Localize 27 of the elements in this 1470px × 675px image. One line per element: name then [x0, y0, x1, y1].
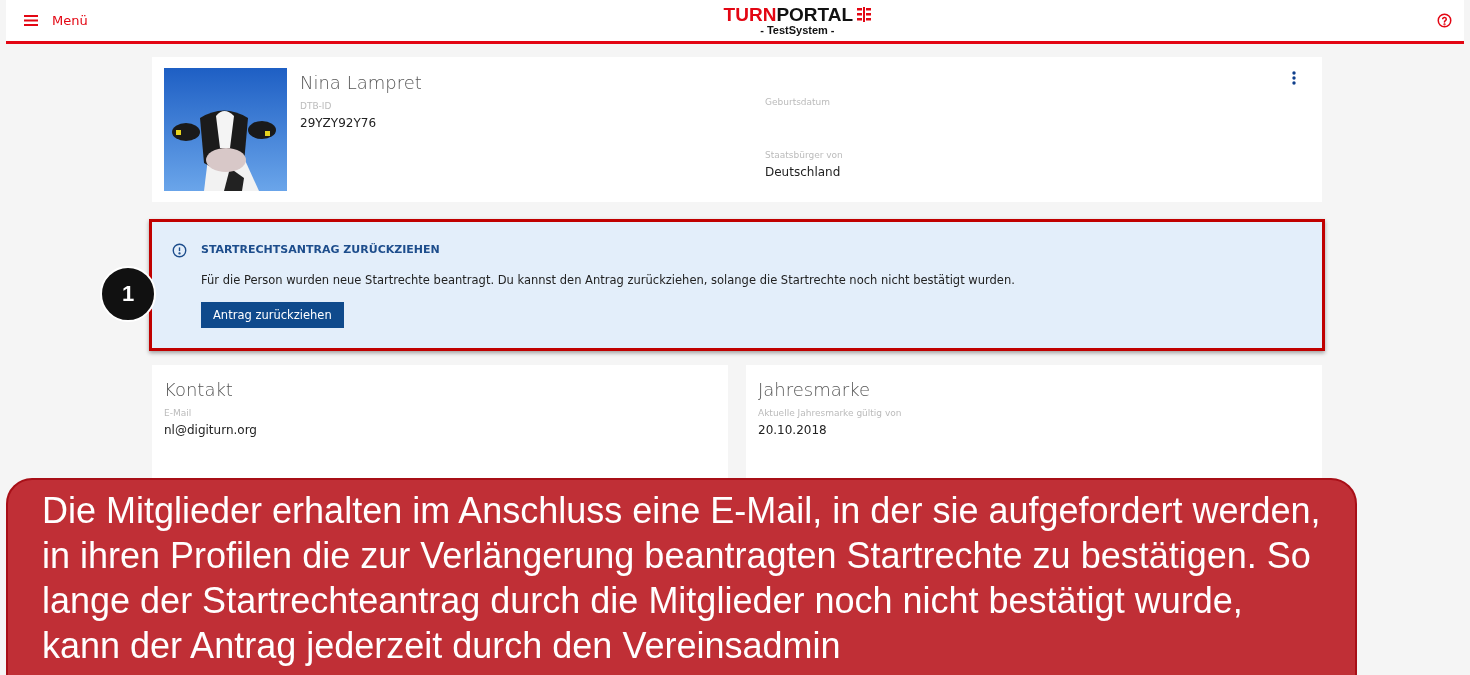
field-label: E-Mail — [164, 408, 193, 418]
emblem-icon — [857, 7, 872, 22]
field-label: Staatsbürger von — [765, 150, 844, 160]
alert-title: STARTRECHTSANTRAG ZURÜCKZIEHEN — [201, 242, 441, 258]
help-button[interactable] — [1437, 13, 1452, 28]
card-title: Kontakt — [164, 379, 234, 400]
more-icon — [1292, 71, 1296, 85]
field-value: Deutschland — [765, 165, 842, 179]
field-label: DTB-ID — [300, 101, 333, 111]
help-icon — [1437, 13, 1452, 28]
menu-icon — [24, 15, 38, 26]
menu-button[interactable]: Menü — [24, 13, 88, 28]
field-label: Geburtsdatum — [765, 97, 832, 107]
alert-text: Für die Person wurden neue Startrechte beantragt. Du kannst den Antrag zurückziehen, solange die Startrechte noch nicht bestätigt wurden. — [201, 273, 1015, 287]
withdraw-button[interactable]: Antrag zurückziehen — [201, 302, 344, 328]
step-badge: 1 — [100, 266, 156, 322]
callout-text: Die Mitglieder erhalten im Anschluss eine E-Mail, in der sie aufgefordert werden, in ihren Profilen die zur Verlängerung beantragten Startrechte zu bestätigen. So lange der Startrechteantrag durch die Mitglieder noch nicht bestätigt wurde, kann der Antrag jederzeit durch den Vereinsadmin — [42, 489, 1322, 668]
card-title: Jahresmarke — [758, 379, 872, 400]
field-value: 29YZY92Y76 — [300, 116, 378, 130]
person-name: Nina Lampret — [300, 72, 422, 93]
more-button[interactable] — [1292, 71, 1296, 85]
system-subtitle: - TestSystem - — [760, 24, 835, 36]
field-label: Aktuelle Jahresmarke gültig von — [758, 408, 903, 418]
field-value: nl@digiturn.org — [164, 423, 258, 437]
field-value: 20.10.2018 — [758, 423, 828, 437]
logo-text: TURNPORTAL — [723, 5, 854, 24]
info-icon — [172, 243, 187, 258]
